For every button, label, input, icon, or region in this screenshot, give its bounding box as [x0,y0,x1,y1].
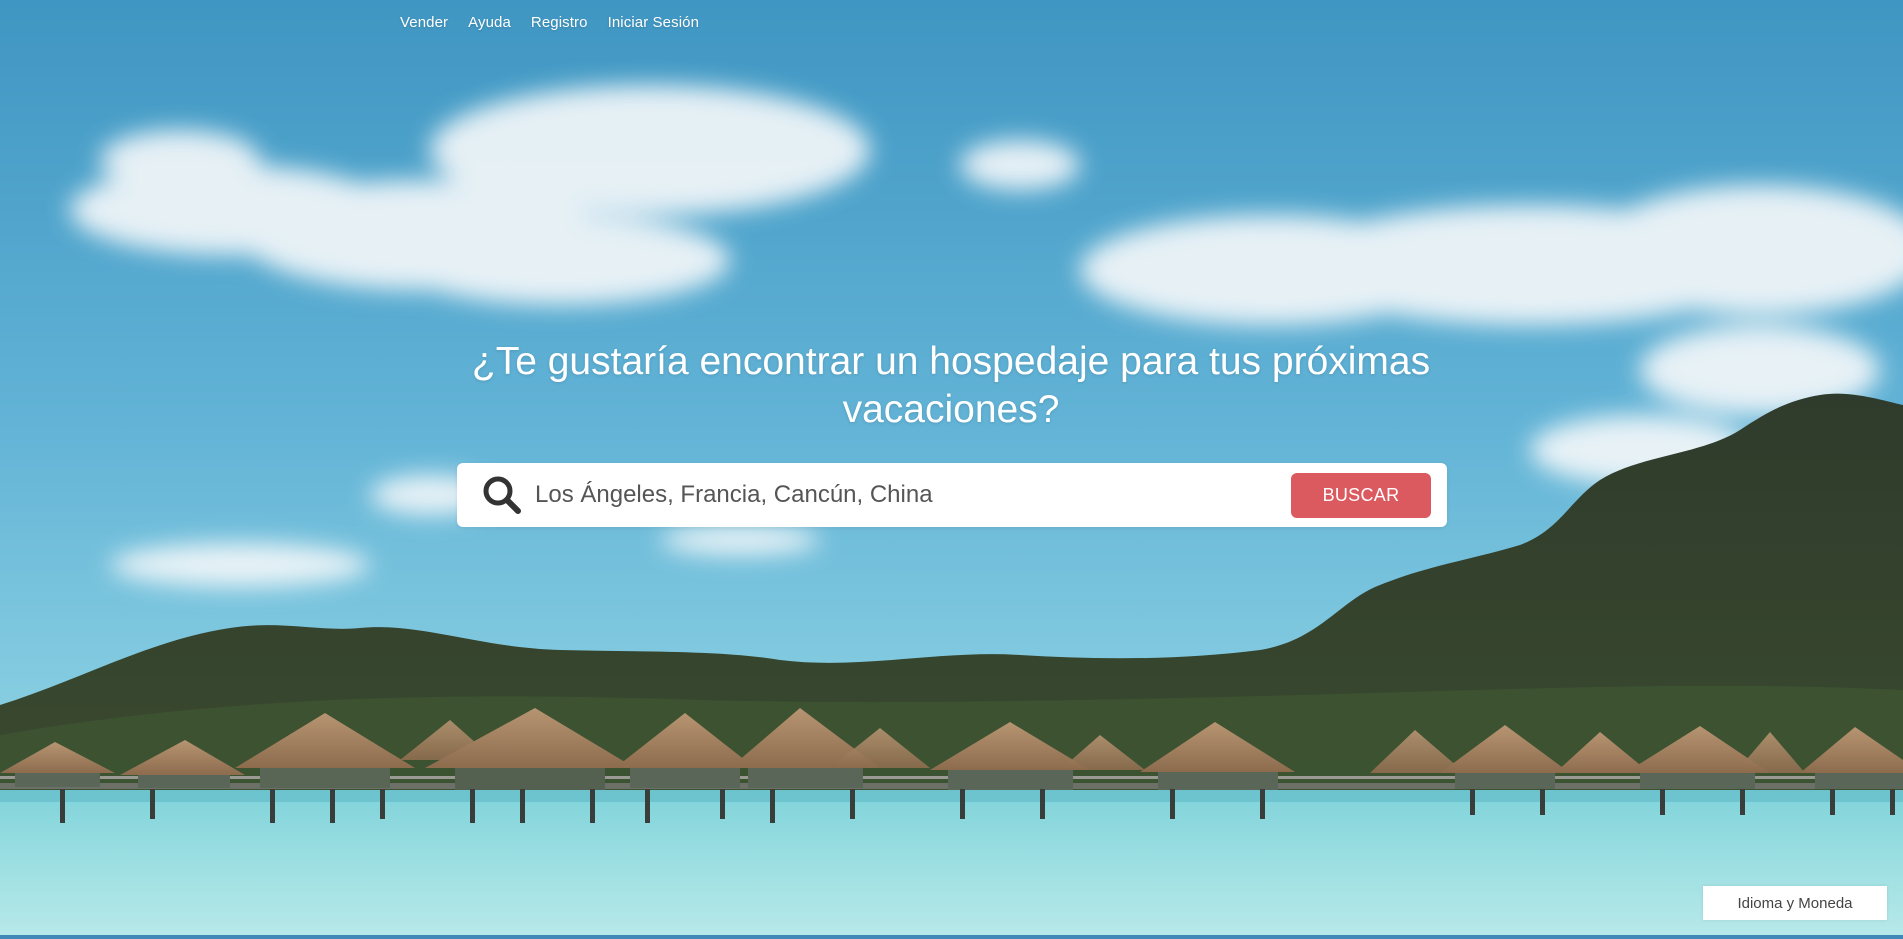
hero-title: ¿Te gustaría encontrar un hospedaje para… [471,340,1431,431]
nav-link-registro[interactable]: Registro [531,14,588,31]
search-bar: BUSCAR [457,463,1447,527]
search-button[interactable]: BUSCAR [1291,472,1431,518]
nav-link-vender[interactable]: Vender [400,14,448,31]
search-icon [481,474,523,516]
search-input[interactable] [535,470,1291,520]
nav-link-iniciar-sesion[interactable]: Iniciar Sesión [608,14,699,31]
top-nav: Vender Ayuda Registro Iniciar Sesión [400,14,699,31]
bottom-strip [0,935,1903,939]
language-currency-button[interactable]: Idioma y Moneda [1703,886,1887,920]
nav-link-ayuda[interactable]: Ayuda [468,14,511,31]
